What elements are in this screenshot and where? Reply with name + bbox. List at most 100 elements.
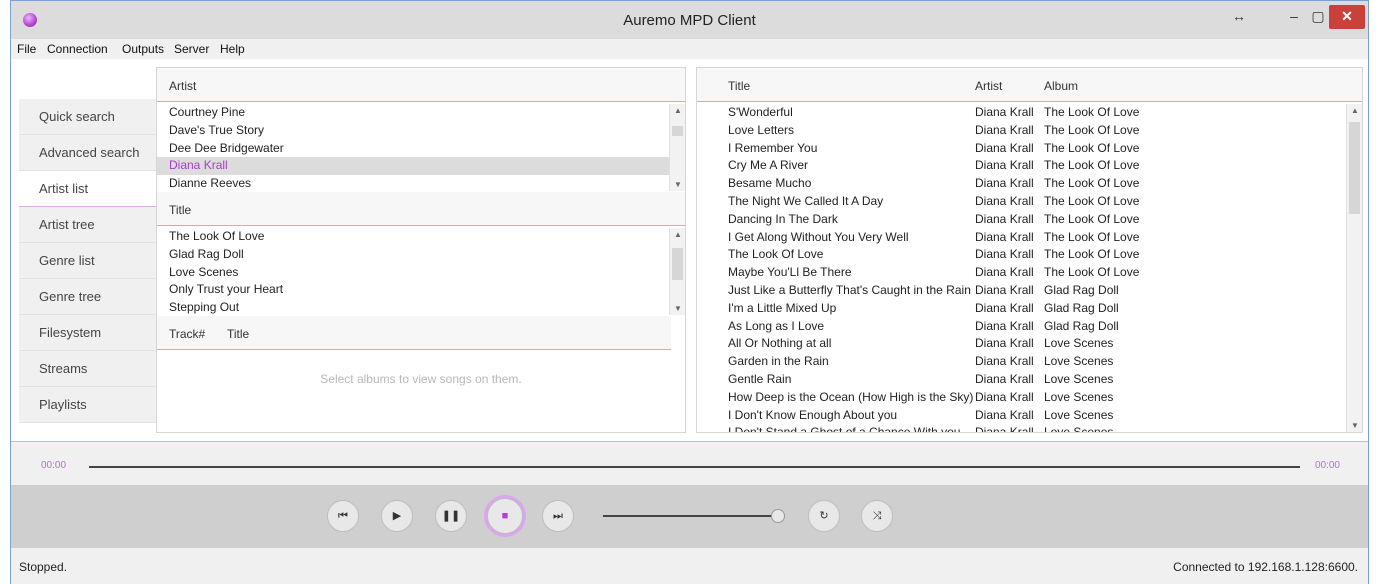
song-row[interactable]: I Don't Know Enough About you Diana Krall…: [697, 407, 1346, 425]
song-artist: Diana Krall: [975, 247, 1034, 262]
song-row[interactable]: S'Wonderful Diana Krall The Look Of Love: [697, 104, 1346, 122]
connection-status: Connected to 192.168.1.128:6600.: [1173, 560, 1358, 574]
song-row[interactable]: I'm a Little Mixed Up Diana Krall Glad Rag…: [697, 300, 1346, 318]
song-album-header[interactable]: Album: [1044, 79, 1078, 93]
song-row[interactable]: I Don't Stand a Ghost of a Chance With y…: [697, 424, 1346, 432]
artist-row[interactable]: Dee Dee Bridgewater: [157, 140, 669, 158]
song-scrollbar[interactable]: ▲ ▼: [1346, 104, 1362, 432]
scroll-thumb[interactable]: [672, 126, 683, 136]
album-scrollbar[interactable]: ▲ ▼: [669, 228, 685, 315]
album-row[interactable]: Only Trust your Heart: [157, 281, 669, 299]
song-row[interactable]: I Get Along Without You Very Well Diana K…: [697, 229, 1346, 247]
shuffle-button[interactable]: ⤨: [861, 500, 893, 532]
artist-row[interactable]: Courtney Pine: [157, 104, 669, 122]
scroll-down-icon[interactable]: ▼: [1351, 421, 1359, 430]
play-button[interactable]: ▶: [381, 500, 413, 532]
menu-outputs[interactable]: Outputs: [122, 42, 164, 56]
app-window: Auremo MPD Client ↔ – ▢ ✕ File Connectio…: [10, 0, 1369, 584]
artist-row[interactable]: Dianne Reeves: [157, 175, 669, 193]
scroll-thumb[interactable]: [1349, 122, 1360, 214]
song-row[interactable]: The Night We Called It A Day Diana Krall T…: [697, 193, 1346, 211]
sidebar-item-genre-tree[interactable]: Genre tree: [19, 279, 156, 315]
album-row[interactable]: Stepping Out: [157, 299, 669, 317]
close-button[interactable]: ✕: [1329, 5, 1365, 29]
total-time: 00:00: [1314, 460, 1340, 471]
sidebar-item-streams[interactable]: Streams: [19, 351, 156, 387]
song-row[interactable]: Just Like a Butterfly That's Caught in t…: [697, 282, 1346, 300]
song-row[interactable]: As Long as I Love Diana Krall Glad Rag Dol…: [697, 318, 1346, 336]
song-row[interactable]: Maybe You'Ll Be There Diana Krall The Look…: [697, 264, 1346, 282]
stop-button[interactable]: ■: [487, 498, 523, 534]
volume-slider[interactable]: [603, 515, 779, 517]
tracks-header: Track# Title: [157, 316, 671, 350]
menu-file[interactable]: File: [17, 42, 36, 56]
scroll-thumb[interactable]: [672, 248, 683, 280]
sidebar-item-quick-search[interactable]: Quick search: [19, 99, 156, 135]
song-title: I Remember You: [728, 140, 818, 155]
playback-status: Stopped.: [19, 560, 68, 574]
song-album: Love Scenes: [1044, 336, 1114, 351]
previous-button[interactable]: ⏮: [327, 500, 359, 532]
song-title-header[interactable]: Title: [728, 79, 750, 93]
sidebar-item-artist-list[interactable]: Artist list: [19, 171, 156, 207]
scroll-down-icon[interactable]: ▼: [674, 180, 682, 189]
album-row[interactable]: Glad Rag Doll: [157, 246, 669, 264]
maximize-button[interactable]: ▢: [1307, 5, 1329, 29]
artist-list: Courtney Pine Dave's True Story Dee Dee …: [157, 104, 669, 193]
song-artist: Diana Krall: [975, 407, 1034, 422]
song-artist: Diana Krall: [975, 176, 1034, 191]
browse-panel: Artist Courtney Pine Dave's True Story D…: [156, 67, 686, 433]
song-title: S'Wonderful: [728, 105, 793, 119]
artist-row-selected[interactable]: Diana Krall: [157, 157, 669, 176]
next-button[interactable]: ⏭: [542, 500, 574, 532]
song-album: The Look Of Love: [1044, 105, 1140, 119]
sidebar-item-advanced-search[interactable]: Advanced search: [19, 135, 156, 171]
album-header-label: Title: [169, 203, 192, 217]
minimize-button[interactable]: –: [1283, 5, 1305, 29]
sidebar-item-artist-tree[interactable]: Artist tree: [19, 207, 156, 243]
album-header[interactable]: Title: [157, 192, 685, 226]
album-list: The Look Of Love Glad Rag Doll Love Scen…: [157, 228, 669, 317]
song-row[interactable]: The Look Of Love Diana Krall The Look Of L…: [697, 246, 1346, 264]
song-artist: Diana Krall: [975, 265, 1034, 280]
song-row[interactable]: Besame Mucho Diana Krall The Look Of Love: [697, 175, 1346, 193]
scroll-up-icon[interactable]: ▲: [674, 106, 682, 115]
song-row[interactable]: Gentle Rain Diana Krall Love Scenes: [697, 371, 1346, 389]
track-number-header[interactable]: Track#: [169, 327, 205, 341]
song-artist: Diana Krall: [975, 105, 1034, 119]
menu-connection[interactable]: Connection: [47, 42, 108, 56]
sidebar-item-genre-list[interactable]: Genre list: [19, 243, 156, 279]
artist-scrollbar[interactable]: ▲ ▼: [669, 104, 685, 191]
scroll-up-icon[interactable]: ▲: [674, 230, 682, 239]
album-row[interactable]: Love Scenes: [157, 264, 669, 282]
song-title: I Don't Know Enough About you: [728, 407, 898, 422]
song-row[interactable]: Dancing In The Dark Diana Krall The Look O…: [697, 211, 1346, 229]
track-title-header[interactable]: Title: [227, 327, 249, 341]
song-album: The Look Of Love: [1044, 176, 1140, 191]
song-list: S'Wonderful Diana Krall The Look Of Love Lo…: [697, 104, 1346, 432]
song-row[interactable]: Love Letters Diana Krall The Look Of Love: [697, 122, 1346, 140]
album-row[interactable]: The Look Of Love: [157, 228, 669, 246]
scroll-down-icon[interactable]: ▼: [674, 304, 682, 313]
pause-button[interactable]: ❚❚: [435, 500, 467, 532]
sidebar-item-playlists[interactable]: Playlists: [19, 387, 156, 423]
song-album: The Look Of Love: [1044, 140, 1140, 155]
repeat-button[interactable]: ↻: [808, 500, 840, 532]
artist-header[interactable]: Artist: [157, 68, 685, 102]
song-artist-header[interactable]: Artist: [975, 79, 1002, 93]
scroll-up-icon[interactable]: ▲: [1351, 106, 1359, 115]
song-row[interactable]: Cry Me A River Diana Krall The Look Of Lov…: [697, 157, 1346, 175]
song-title: Garden in the Rain: [728, 354, 829, 369]
song-row[interactable]: How Deep is the Ocean (How High is the S…: [697, 389, 1346, 407]
resize-icon[interactable]: ↔: [1228, 5, 1250, 29]
volume-knob[interactable]: [771, 509, 785, 523]
seek-bar[interactable]: [89, 466, 1300, 468]
song-row[interactable]: Garden in the Rain Diana Krall Love Scenes: [697, 353, 1346, 371]
menu-server[interactable]: Server: [174, 42, 209, 56]
sidebar-item-filesystem[interactable]: Filesystem: [19, 315, 156, 351]
song-row[interactable]: I Remember You Diana Krall The Look Of Lov…: [697, 140, 1346, 158]
song-title: The Look Of Love: [728, 247, 824, 262]
song-row[interactable]: All Or Nothing at all Diana Krall Love Sce…: [697, 335, 1346, 353]
artist-row[interactable]: Dave's True Story: [157, 122, 669, 140]
menu-help[interactable]: Help: [220, 42, 245, 56]
